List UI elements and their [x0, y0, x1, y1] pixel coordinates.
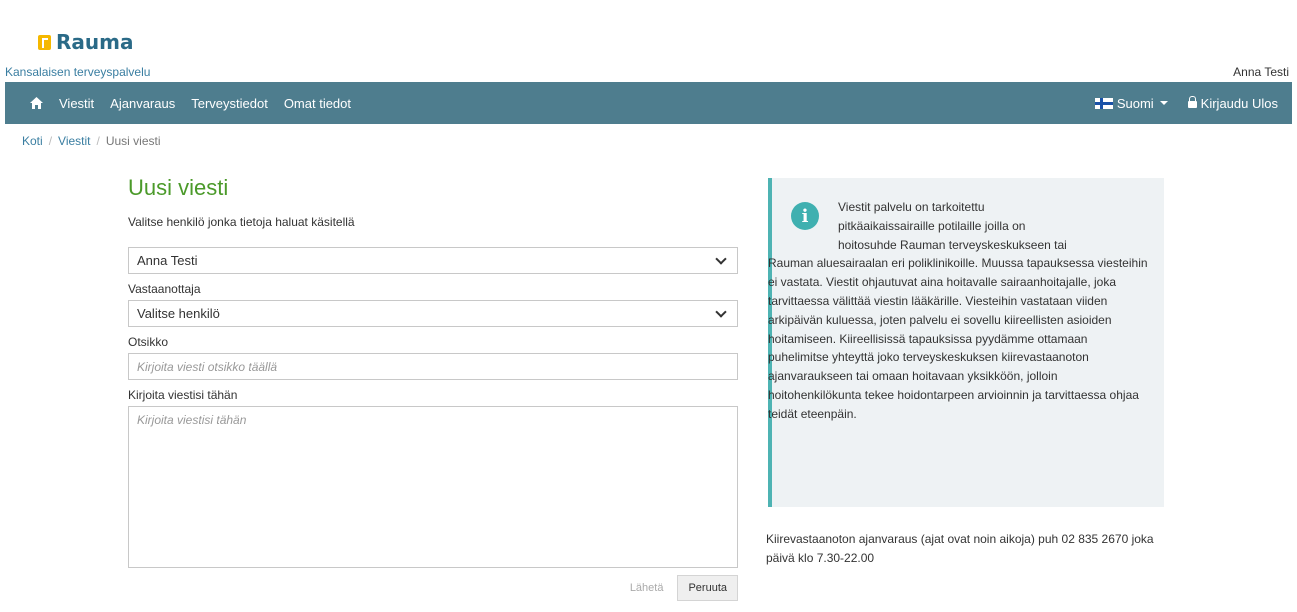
subject-input[interactable] [128, 353, 738, 380]
send-button[interactable]: Lähetä [619, 575, 674, 601]
nav-item-omat-tiedot[interactable]: Omat tiedot [284, 96, 351, 111]
recipient-select-value: Valitse henkilö [137, 306, 220, 321]
rauma-logo[interactable]: Rauma [38, 30, 133, 54]
breadcrumb: Koti / Viestit / Uusi viesti [22, 134, 161, 148]
service-name: Kansalaisen terveyspalvelu [5, 65, 151, 79]
emergency-contact-text: Kiirevastaanoton ajanvaraus (ajat ovat n… [766, 532, 1154, 565]
rauma-logo-icon [38, 34, 51, 50]
breadcrumb-messages[interactable]: Viestit [58, 134, 90, 148]
logo-text: Rauma [56, 30, 134, 54]
recipient-label: Vastaanottaja [128, 282, 201, 296]
nav-item-viestit[interactable]: Viestit [59, 96, 94, 111]
breadcrumb-current: Uusi viesti [105, 134, 161, 148]
recipient-select[interactable]: Valitse henkilö [128, 300, 738, 327]
logout-label: Kirjaudu Ulos [1200, 95, 1278, 111]
page-title: Uusi viesti [128, 175, 229, 200]
info-line-3: hoitosuhde Rauman terveyskeskukseen tai [838, 237, 1067, 252]
info-line-1: Viestit palvelu on tarkoitettu [838, 200, 985, 214]
info-line-2: pitkäaikaissairaille potilaille joilla o… [838, 218, 1026, 233]
breadcrumb-home[interactable]: Koti [22, 134, 43, 148]
chevron-down-icon [715, 306, 727, 318]
cancel-button[interactable]: Peruuta [677, 575, 738, 601]
language-dropdown[interactable]: Suomi [1094, 95, 1168, 111]
chevron-down-icon [715, 253, 727, 265]
main-navbar: Viestit Ajanvaraus Terveystiedot Omat ti… [5, 82, 1292, 124]
info-box: i Viestit palvelu on tarkoitettu pitkäai… [768, 178, 1164, 507]
person-label: Valitse henkilö jonka tietoja haluat käs… [128, 215, 355, 229]
message-textarea[interactable] [128, 406, 738, 568]
message-form: Uusi viesti Valitse henkilö jonka tietoj… [128, 175, 738, 601]
logout-button[interactable]: Kirjaudu Ulos [1187, 95, 1278, 111]
subject-label: Otsikko [128, 335, 169, 349]
nav-item-ajanvaraus[interactable]: Ajanvaraus [110, 96, 175, 111]
person-select-value: Anna Testi [137, 253, 198, 268]
info-text: Viestit palvelu on tarkoitettu pitkäaika… [768, 198, 1148, 424]
message-label: Kirjoita viestisi tähän [128, 388, 238, 402]
person-select[interactable]: Anna Testi [128, 247, 738, 274]
caret-down-icon [1159, 101, 1168, 105]
language-label: Suomi [1116, 95, 1154, 111]
lock-icon [1187, 96, 1197, 108]
info-icon: i [791, 202, 819, 230]
home-icon[interactable] [29, 96, 43, 110]
info-paragraph: Rauman aluesairaalan eri poliklinikoille… [768, 256, 1148, 421]
nav-item-terveystiedot[interactable]: Terveystiedot [191, 96, 268, 111]
finnish-flag-icon [1094, 97, 1113, 109]
user-name: Anna Testi [1233, 65, 1289, 79]
